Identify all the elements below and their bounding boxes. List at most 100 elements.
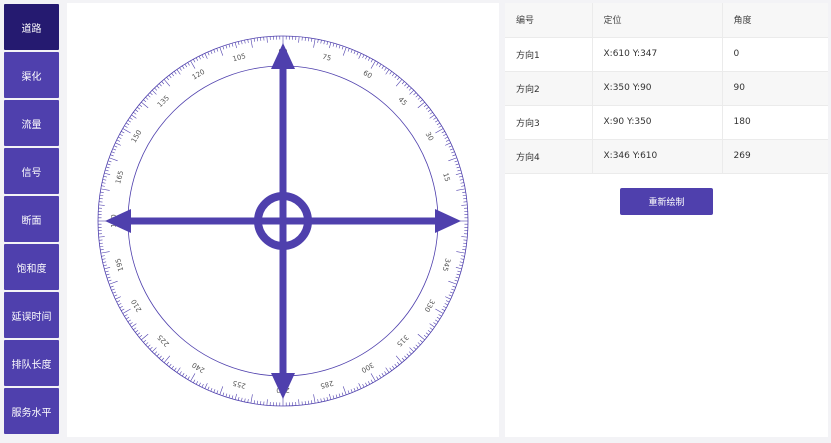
- compass-tick: [190, 373, 196, 382]
- redraw-button[interactable]: 重新绘制: [620, 188, 713, 215]
- compass-tick-label: 240: [191, 361, 207, 375]
- compass-drawing[interactable]: 0153045607590105120135150165180195210225…: [67, 3, 499, 437]
- compass-tick: [176, 367, 181, 373]
- compass-tick: [298, 36, 300, 43]
- compass-tick: [210, 50, 213, 55]
- compass-tick-label: 210: [130, 298, 144, 314]
- direction-arrow-head[interactable]: [271, 373, 295, 399]
- compass-tick: [417, 96, 421, 100]
- sidebar-item-saturation[interactable]: 饱和度: [4, 244, 59, 290]
- compass-tick: [408, 87, 412, 91]
- compass-tick: [103, 264, 107, 267]
- compass-tick: [193, 379, 196, 383]
- compass-tick: [109, 280, 118, 285]
- compass-tick: [389, 71, 392, 75]
- sidebar-item-delay-time[interactable]: 延误时间: [4, 292, 59, 338]
- cell-angle: 90: [721, 71, 828, 106]
- compass-tick: [133, 327, 137, 330]
- compass-tick: [320, 39, 322, 44]
- compass-tick: [204, 53, 208, 59]
- compass-tick: [101, 258, 106, 260]
- compass-tick: [429, 112, 433, 115]
- compass-tick: [365, 382, 368, 386]
- compass-tick: [460, 258, 465, 260]
- compass-tick-label: 135: [156, 94, 171, 109]
- compass-tick: [98, 236, 105, 238]
- compass-tick: [119, 133, 123, 137]
- compass-tick: [413, 92, 417, 96]
- compass-tick: [112, 291, 117, 294]
- compass-tick: [158, 355, 162, 359]
- compass-tick: [174, 367, 177, 371]
- sidebar: 道路 渠化 流量 信号 断面 饱和度 延误时间 排队长度 服务水平: [0, 0, 62, 443]
- compass-tick-label: 345: [441, 257, 452, 272]
- compass-tick: [135, 109, 139, 113]
- compass-tick: [385, 69, 390, 75]
- sidebar-item-channelization[interactable]: 渠化: [4, 52, 59, 98]
- compass-tick: [317, 39, 319, 43]
- compass-tick: [163, 79, 171, 87]
- direction-arrow-head[interactable]: [271, 43, 295, 69]
- compass-tick: [461, 185, 465, 187]
- compass-tick: [118, 303, 122, 306]
- compass-tick: [222, 45, 225, 50]
- compass-tick: [225, 393, 228, 398]
- compass-tick: [313, 394, 316, 404]
- compass-tick: [384, 67, 387, 71]
- compass-tick: [161, 357, 165, 361]
- cell-angle: 269: [721, 139, 828, 174]
- compass-tick: [115, 142, 121, 146]
- compass-tick: [394, 363, 398, 367]
- compass-tick: [448, 280, 457, 285]
- compass-tick: [101, 255, 105, 257]
- compass-tick: [404, 83, 408, 87]
- compass-tick: [433, 322, 437, 325]
- compass-tick: [335, 394, 338, 399]
- compass-tick: [190, 60, 196, 69]
- compass-tick: [347, 390, 350, 394]
- compass-tick: [455, 172, 462, 175]
- compass-tick: [100, 188, 110, 191]
- compass-tick: [179, 371, 182, 375]
- compass-tick: [135, 329, 139, 333]
- compass-tick: [234, 393, 237, 400]
- compass-canvas-panel[interactable]: 0153045607590105120135150165180195210225…: [67, 3, 499, 437]
- compass-tick: [365, 56, 368, 60]
- compass-tick: [395, 355, 403, 363]
- direction-arrow-head[interactable]: [105, 209, 131, 233]
- compass-tick: [228, 394, 231, 399]
- compass-tick: [141, 101, 149, 109]
- compass-tick: [198, 382, 201, 386]
- compass-tick-label: 255: [232, 379, 247, 390]
- compass-tick: [151, 347, 157, 353]
- sidebar-item-road[interactable]: 道路: [4, 4, 59, 50]
- compass-tick: [443, 305, 447, 309]
- sidebar-item-service-level[interactable]: 服务水平: [4, 388, 59, 434]
- compass-tick: [163, 355, 171, 363]
- compass-tick: [417, 333, 425, 341]
- sidebar-item-section[interactable]: 断面: [4, 196, 59, 242]
- compass-tick: [332, 43, 335, 47]
- compass-tick: [166, 77, 170, 81]
- compass-tick: [250, 38, 253, 48]
- compass-tick: [109, 157, 118, 162]
- compass-tick: [253, 38, 255, 42]
- column-header-position: 定位: [591, 3, 722, 38]
- compass-tick: [204, 383, 208, 389]
- direction-arrow-head[interactable]: [435, 209, 461, 233]
- compass-tick: [143, 99, 147, 103]
- sidebar-item-queue-length[interactable]: 排队长度: [4, 340, 59, 386]
- sidebar-item-signal[interactable]: 信号: [4, 148, 59, 194]
- compass-tick: [413, 346, 417, 350]
- compass-tick: [408, 351, 412, 355]
- sidebar-item-flow[interactable]: 流量: [4, 100, 59, 146]
- compass-tick: [456, 251, 466, 254]
- compass-tick: [378, 374, 382, 379]
- compass-tick: [427, 329, 431, 333]
- compass-tick-label: 45: [397, 96, 409, 108]
- compass-tick: [415, 344, 419, 348]
- compass-tick: [435, 128, 444, 134]
- compass-tick: [444, 303, 448, 306]
- compass-tick: [401, 81, 405, 85]
- compass-tick: [370, 59, 373, 63]
